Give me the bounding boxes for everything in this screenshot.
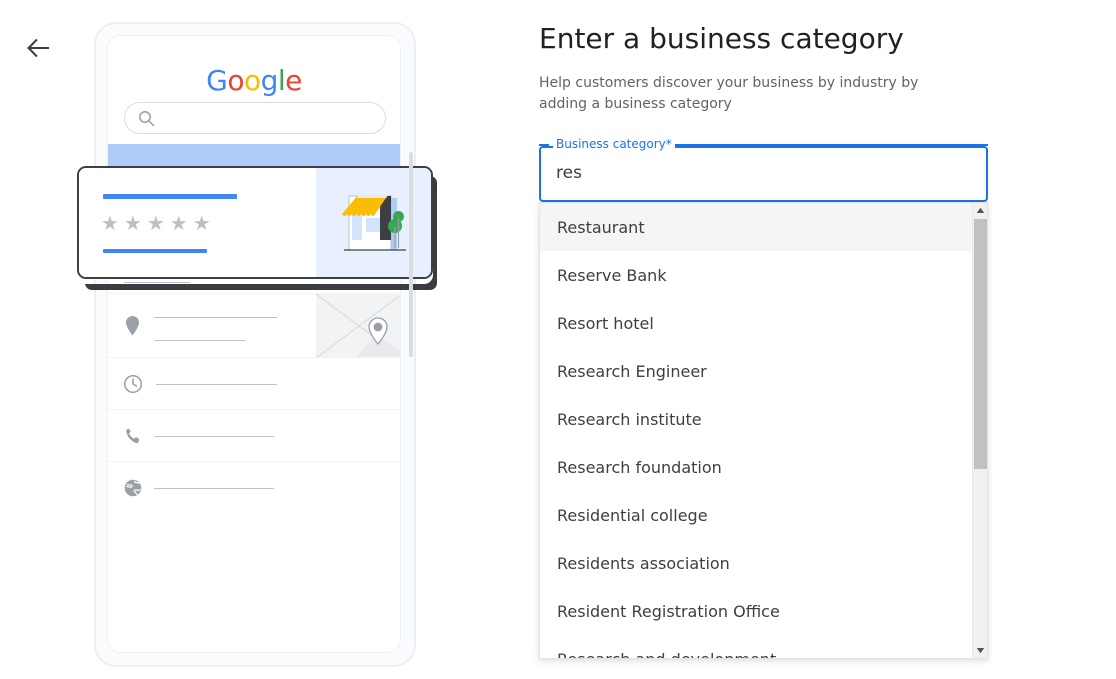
map-thumbnail xyxy=(316,294,400,357)
phone-icon xyxy=(126,428,140,444)
caret-down-icon[interactable] xyxy=(973,643,987,658)
business-category-field[interactable]: Business category* xyxy=(539,137,988,202)
back-button[interactable] xyxy=(18,28,58,68)
globe-icon xyxy=(124,479,142,497)
suggestion-item[interactable]: Residential college xyxy=(540,491,972,539)
arrow-left-icon xyxy=(27,39,49,57)
scrollbar-thumb[interactable] xyxy=(974,219,987,469)
card-info-panel: ★★★★★ xyxy=(79,168,320,277)
suggestion-item[interactable]: Resident Registration Office xyxy=(540,587,972,635)
search-icon xyxy=(138,110,155,132)
suggestion-item[interactable]: Reserve Bank xyxy=(540,251,972,299)
suggestion-item[interactable]: Residents association xyxy=(540,539,972,587)
phone-row[interactable] xyxy=(108,410,400,462)
phone-screen: Google xyxy=(107,35,401,653)
suggestion-list[interactable]: Restaurant Reserve Bank Resort hotel Resear… xyxy=(540,203,972,658)
card-image-panel xyxy=(316,168,431,277)
suggestion-item[interactable]: Research Engineer xyxy=(540,347,972,395)
category-suggestions-dropdown[interactable]: Restaurant Reserve Bank Resort hotel Resear… xyxy=(539,202,988,659)
page-title: Enter a business category xyxy=(539,22,904,55)
suggestion-item[interactable]: Research foundation xyxy=(540,443,972,491)
caret-up-icon[interactable] xyxy=(973,203,987,218)
suggestion-item[interactable]: Restaurant xyxy=(540,203,972,251)
blue-accent-band xyxy=(108,144,400,166)
category-form-panel: Enter a business category Help customers… xyxy=(539,0,1099,679)
card-subtitle-placeholder xyxy=(103,249,207,253)
phone-scrollbar[interactable] xyxy=(409,152,413,357)
storefront-illustration xyxy=(342,195,406,251)
suggestion-item[interactable]: Research and development xyxy=(540,635,972,659)
field-label: Business category* xyxy=(553,137,675,151)
card-title-placeholder xyxy=(103,194,237,199)
website-row[interactable] xyxy=(108,462,400,514)
suggestion-item[interactable]: Resort hotel xyxy=(540,299,972,347)
rating-stars: ★★★★★ xyxy=(101,213,216,235)
business-category-input[interactable] xyxy=(554,160,954,186)
clock-icon xyxy=(123,374,143,394)
suggestion-item[interactable]: Research institute xyxy=(540,395,972,443)
hours-row[interactable] xyxy=(108,358,400,410)
business-listing-card[interactable]: ★★★★★ xyxy=(77,166,433,279)
page-subtitle: Help customers discover your business by… xyxy=(539,75,919,112)
address-row[interactable] xyxy=(108,294,400,358)
location-pin-icon xyxy=(126,316,139,336)
phone-mockup-illustration: Google ★★★★★ xyxy=(77,22,433,668)
google-logo: Google xyxy=(206,64,302,97)
phone-search-bar xyxy=(124,102,386,134)
dropdown-scrollbar[interactable] xyxy=(972,203,987,658)
